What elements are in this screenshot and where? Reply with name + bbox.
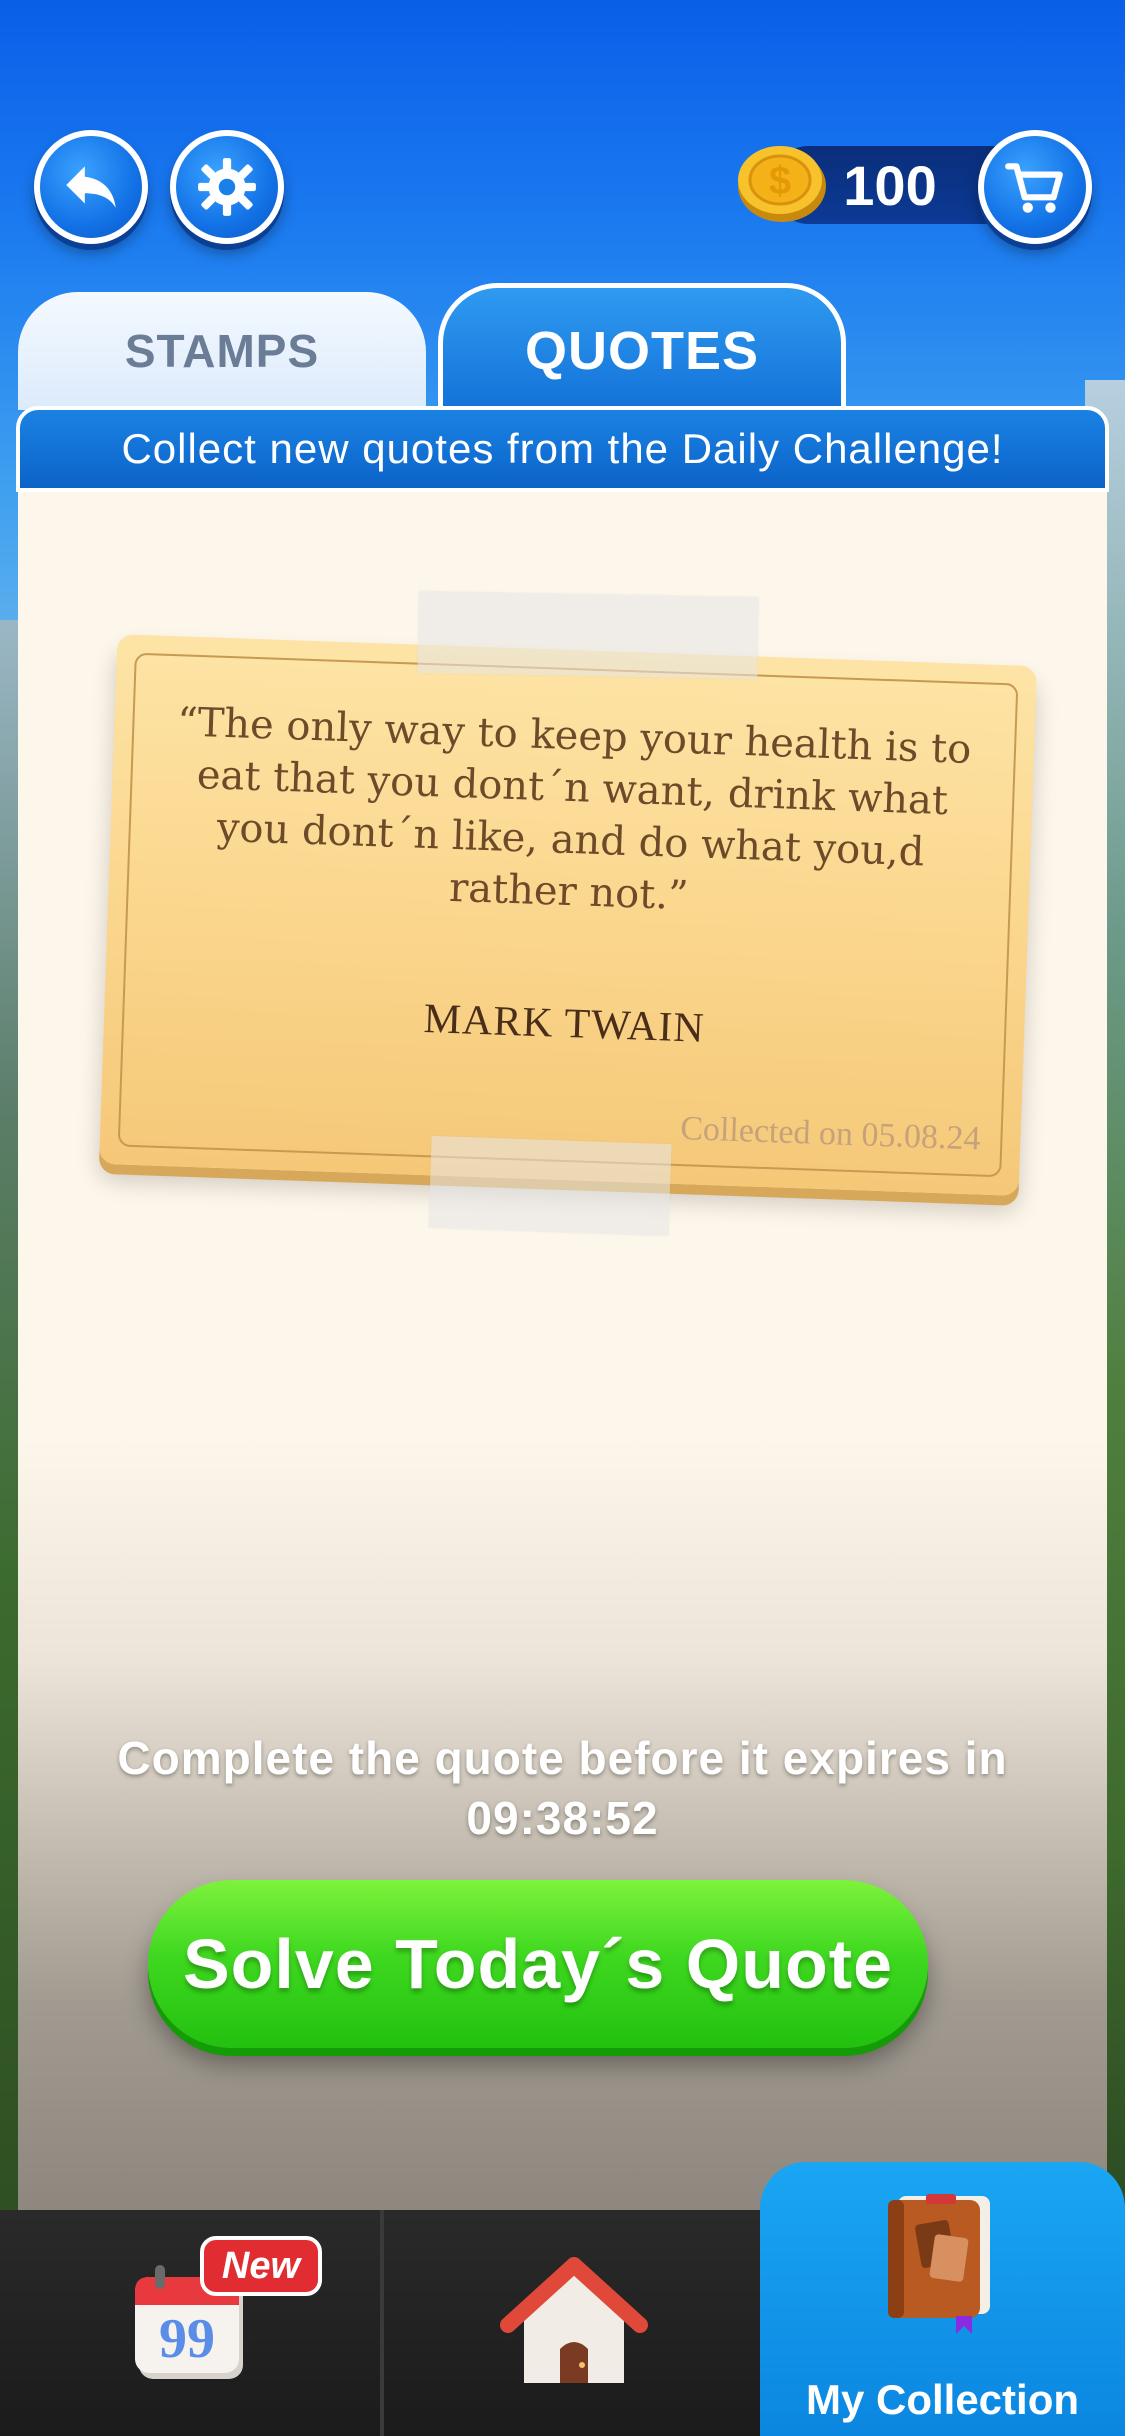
house-icon [500,2257,648,2383]
quote-text: “The only way to keep your health is to … [176,699,973,920]
expiry-timer: Complete the quote before it expires in … [40,1728,1085,1848]
timer-countdown: 09:38:52 [466,1792,659,1844]
coin-icon: $ [738,146,826,222]
gear-icon [198,158,256,216]
back-arrow-icon [66,166,116,208]
shop-cart-button[interactable] [978,130,1092,244]
tab-stamps-label: STAMPS [124,325,320,377]
coin-count: 100 [843,153,937,217]
nav-my-collection-label: My Collection [805,2376,1080,2423]
info-banner: Collect new quotes from the Daily Challe… [16,406,1109,492]
tab-stamps[interactable]: STAMPS [18,292,426,410]
new-badge: New [200,2236,322,2296]
banner-text: Collect new quotes from the Daily Challe… [121,425,1004,472]
tape-bottom [428,1135,672,1237]
svg-text:$: $ [769,159,791,203]
nav-my-collection[interactable]: My Collection [760,2162,1125,2436]
solve-quote-button[interactable]: Solve Today´s Quote [148,1880,928,2048]
svg-text:99: 99 [159,2308,215,2370]
tab-quotes-label: QUOTES [524,320,760,381]
quote-card[interactable]: “The only way to keep your health is to … [99,634,1037,1196]
nav-home[interactable] [384,2210,764,2436]
timer-message: Complete the quote before it expires in [117,1732,1008,1784]
nav-daily-challenge[interactable]: 99 [0,2210,380,2436]
cart-icon [1005,163,1063,213]
new-badge-label: New [221,2244,301,2287]
tab-quotes[interactable]: QUOTES [438,283,846,413]
back-button[interactable] [34,130,148,244]
book-icon [888,2194,990,2334]
solve-quote-label: Solve Today´s Quote [182,1925,894,2003]
tape-top [417,591,759,679]
settings-button[interactable] [170,130,284,244]
